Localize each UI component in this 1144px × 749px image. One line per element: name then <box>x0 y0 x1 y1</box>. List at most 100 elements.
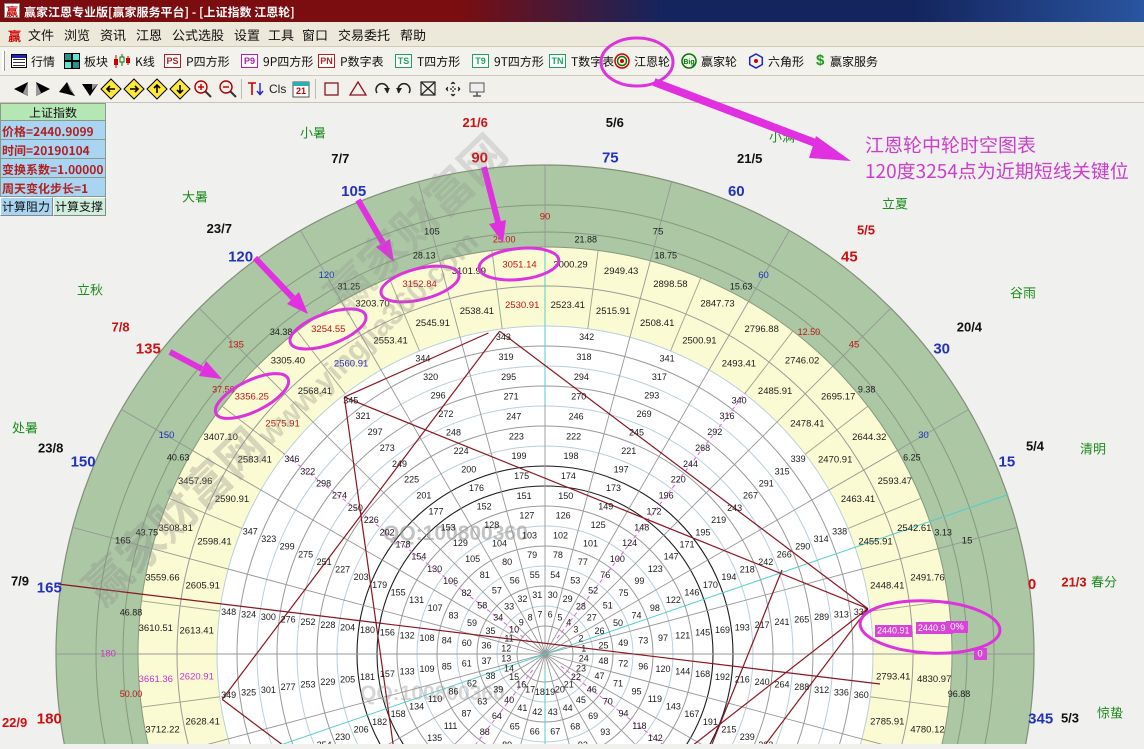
svg-text:56: 56 <box>510 575 520 585</box>
svg-text:125: 125 <box>591 520 606 530</box>
svg-text:2796.88: 2796.88 <box>745 324 779 335</box>
svg-text:90: 90 <box>540 212 551 223</box>
svg-text:3356.25: 3356.25 <box>235 391 269 402</box>
svg-text:167: 167 <box>684 709 699 719</box>
svg-text:291: 291 <box>759 479 774 489</box>
svg-text:5: 5 <box>557 612 562 622</box>
svg-text:4830.97: 4830.97 <box>917 674 951 685</box>
svg-text:55: 55 <box>530 570 540 580</box>
svg-text:2560.91: 2560.91 <box>334 358 368 369</box>
svg-text:1: 1 <box>581 643 586 653</box>
svg-text:3457.96: 3457.96 <box>178 476 212 487</box>
svg-text:130: 130 <box>427 564 442 574</box>
svg-text:165: 165 <box>115 535 131 546</box>
svg-text:203: 203 <box>354 572 369 582</box>
svg-text:338: 338 <box>832 526 847 536</box>
svg-text:229: 229 <box>320 677 335 687</box>
svg-text:220: 220 <box>671 475 686 485</box>
svg-text:8: 8 <box>528 612 533 622</box>
svg-text:2515.91: 2515.91 <box>596 306 630 317</box>
svg-text:35: 35 <box>485 626 495 636</box>
svg-text:61: 61 <box>462 659 472 669</box>
svg-text:21/3: 21/3 <box>1061 574 1086 589</box>
svg-text:2847.73: 2847.73 <box>700 299 734 310</box>
svg-text:158: 158 <box>391 709 406 719</box>
svg-text:78: 78 <box>553 550 563 560</box>
svg-text:132: 132 <box>400 630 415 640</box>
svg-text:150: 150 <box>159 430 175 441</box>
svg-text:135: 135 <box>136 341 161 358</box>
svg-text:27: 27 <box>587 612 597 622</box>
svg-text:150: 150 <box>71 454 96 471</box>
svg-text:129: 129 <box>453 538 468 548</box>
svg-text:290: 290 <box>795 542 810 552</box>
svg-text:22/9: 22/9 <box>2 715 27 730</box>
svg-text:143: 143 <box>666 702 681 712</box>
svg-text:205: 205 <box>340 674 355 684</box>
svg-text:41: 41 <box>517 703 527 713</box>
svg-text:40.63: 40.63 <box>167 452 190 462</box>
svg-text:144: 144 <box>675 666 690 676</box>
svg-text:2491.76: 2491.76 <box>910 572 944 583</box>
svg-text:178: 178 <box>395 539 410 549</box>
svg-text:134: 134 <box>409 702 424 712</box>
svg-text:263: 263 <box>758 740 773 744</box>
svg-text:25.00: 25.00 <box>493 234 516 244</box>
svg-text:244: 244 <box>683 459 698 469</box>
svg-text:108: 108 <box>419 633 434 643</box>
svg-text:157: 157 <box>380 669 395 679</box>
svg-text:299: 299 <box>280 542 295 552</box>
svg-text:179: 179 <box>372 580 387 590</box>
svg-text:120: 120 <box>228 248 253 265</box>
svg-text:240: 240 <box>755 677 770 687</box>
svg-text:165: 165 <box>37 580 62 597</box>
svg-text:206: 206 <box>354 725 369 735</box>
svg-text:28.13: 28.13 <box>413 250 436 260</box>
svg-text:87: 87 <box>461 709 471 719</box>
svg-text:174: 174 <box>561 471 576 481</box>
svg-text:126: 126 <box>556 511 571 521</box>
svg-text:324: 324 <box>241 609 256 619</box>
svg-text:123: 123 <box>648 564 663 574</box>
svg-text:9: 9 <box>519 617 524 627</box>
svg-text:3508.81: 3508.81 <box>159 523 193 534</box>
svg-text:296: 296 <box>431 391 446 401</box>
svg-text:313: 313 <box>834 609 849 619</box>
svg-text:3: 3 <box>573 625 578 635</box>
svg-text:245: 245 <box>629 428 644 438</box>
svg-text:265: 265 <box>794 615 809 625</box>
svg-text:45: 45 <box>841 248 858 265</box>
svg-text:221: 221 <box>621 446 636 456</box>
svg-text:60: 60 <box>462 638 472 648</box>
svg-text:68: 68 <box>570 721 580 731</box>
svg-text:247: 247 <box>506 411 521 421</box>
svg-text:45: 45 <box>849 340 860 351</box>
svg-text:96.88: 96.88 <box>948 689 971 699</box>
svg-text:84: 84 <box>442 635 452 645</box>
svg-text:2613.41: 2613.41 <box>180 626 214 637</box>
svg-text:15: 15 <box>999 454 1016 471</box>
svg-text:12: 12 <box>501 643 511 653</box>
svg-text:21: 21 <box>296 86 306 96</box>
svg-text:89: 89 <box>502 740 512 744</box>
svg-text:43.75: 43.75 <box>136 528 159 538</box>
svg-text:107: 107 <box>428 603 443 613</box>
svg-text:288: 288 <box>794 682 809 692</box>
svg-text:124: 124 <box>622 538 637 548</box>
svg-text:342: 342 <box>579 332 594 342</box>
svg-text:2553.41: 2553.41 <box>373 336 407 347</box>
svg-text:3051.14: 3051.14 <box>502 259 536 270</box>
svg-text:118: 118 <box>632 721 646 731</box>
svg-text:50.00: 50.00 <box>120 689 143 699</box>
svg-text:103: 103 <box>522 530 537 540</box>
svg-text:100: 100 <box>610 554 625 564</box>
svg-text:131: 131 <box>409 595 424 605</box>
svg-text:241: 241 <box>774 617 789 627</box>
svg-text:53: 53 <box>570 575 580 585</box>
svg-text:49: 49 <box>618 638 628 648</box>
svg-text:32: 32 <box>517 594 527 604</box>
svg-text:246: 246 <box>569 411 584 421</box>
svg-text:2470.91: 2470.91 <box>818 455 852 466</box>
svg-text:154: 154 <box>411 552 426 562</box>
svg-text:289: 289 <box>814 612 829 622</box>
